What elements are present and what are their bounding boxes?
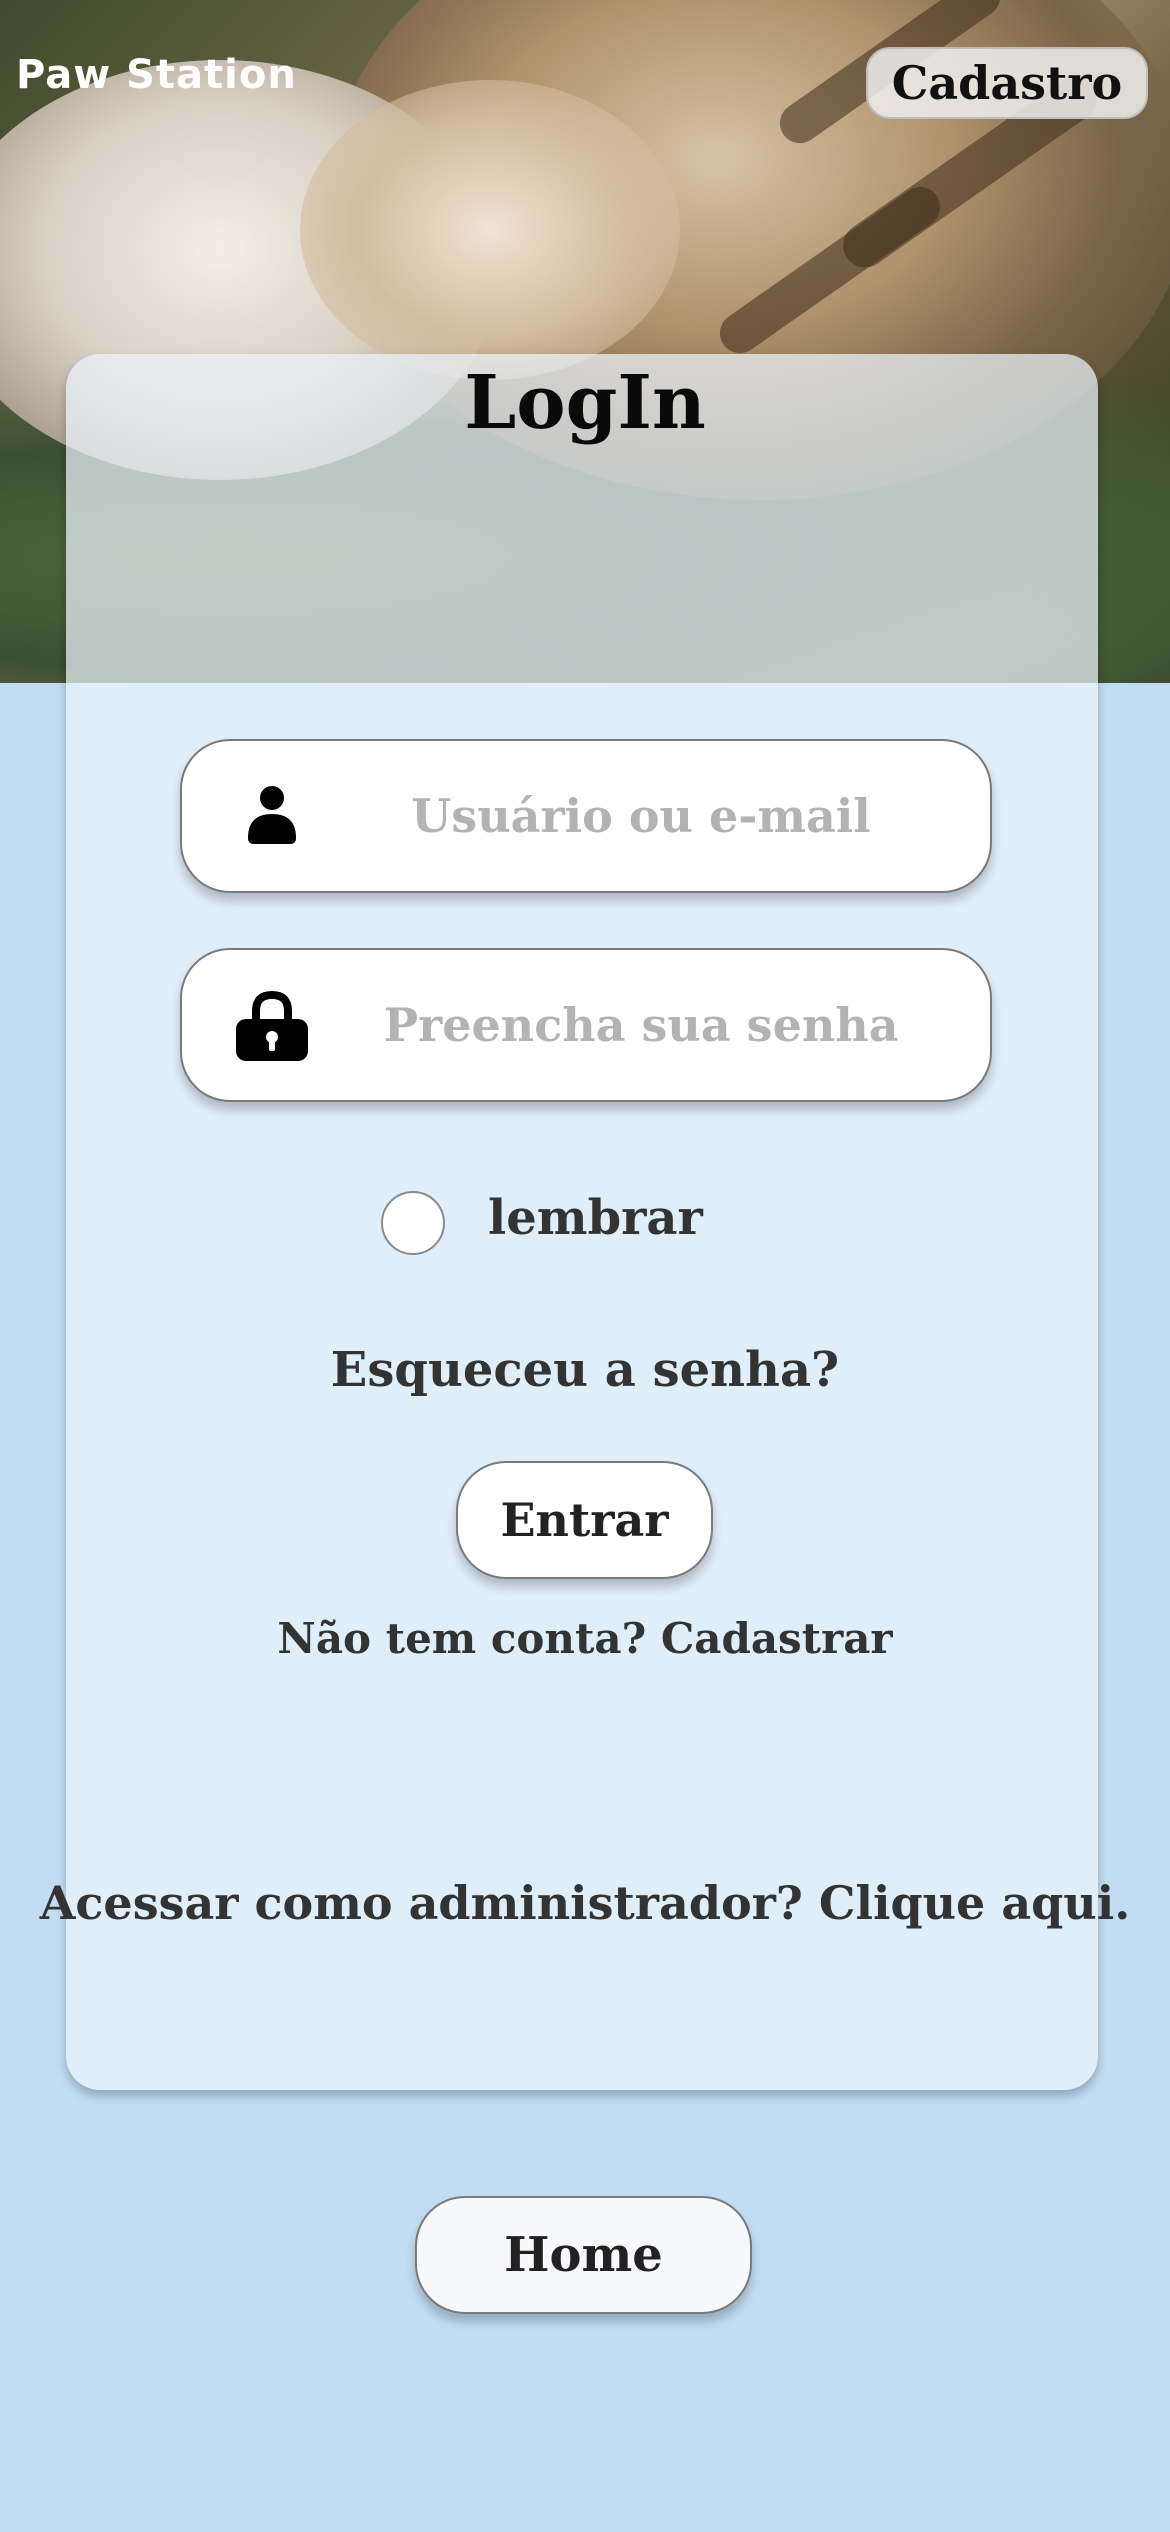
remember-radio[interactable] [381, 1191, 445, 1255]
lock-icon [234, 987, 310, 1063]
signup-button[interactable]: Cadastro [866, 47, 1148, 119]
password-placeholder: Preencha sua senha [383, 998, 899, 1052]
admin-access-link[interactable]: Acessar como administrador? Clique aqui. [0, 1876, 1170, 1930]
forgot-password-link[interactable]: Esqueceu a senha? [0, 1342, 1170, 1398]
username-field[interactable]: Usuário ou e-mail [180, 739, 992, 893]
username-placeholder: Usuário ou e-mail [411, 789, 871, 843]
remember-label[interactable]: lembrar [488, 1190, 703, 1246]
submit-button[interactable]: Entrar [456, 1461, 713, 1579]
hero-cat-face [300, 80, 680, 380]
password-field[interactable]: Preencha sua senha [180, 948, 992, 1102]
brand-logo[interactable]: Paw Station [16, 52, 297, 98]
no-account-signup-link[interactable]: Não tem conta? Cadastrar [0, 1614, 1170, 1663]
login-title: LogIn [464, 360, 706, 446]
user-icon [234, 778, 310, 854]
home-button[interactable]: Home [415, 2196, 752, 2314]
